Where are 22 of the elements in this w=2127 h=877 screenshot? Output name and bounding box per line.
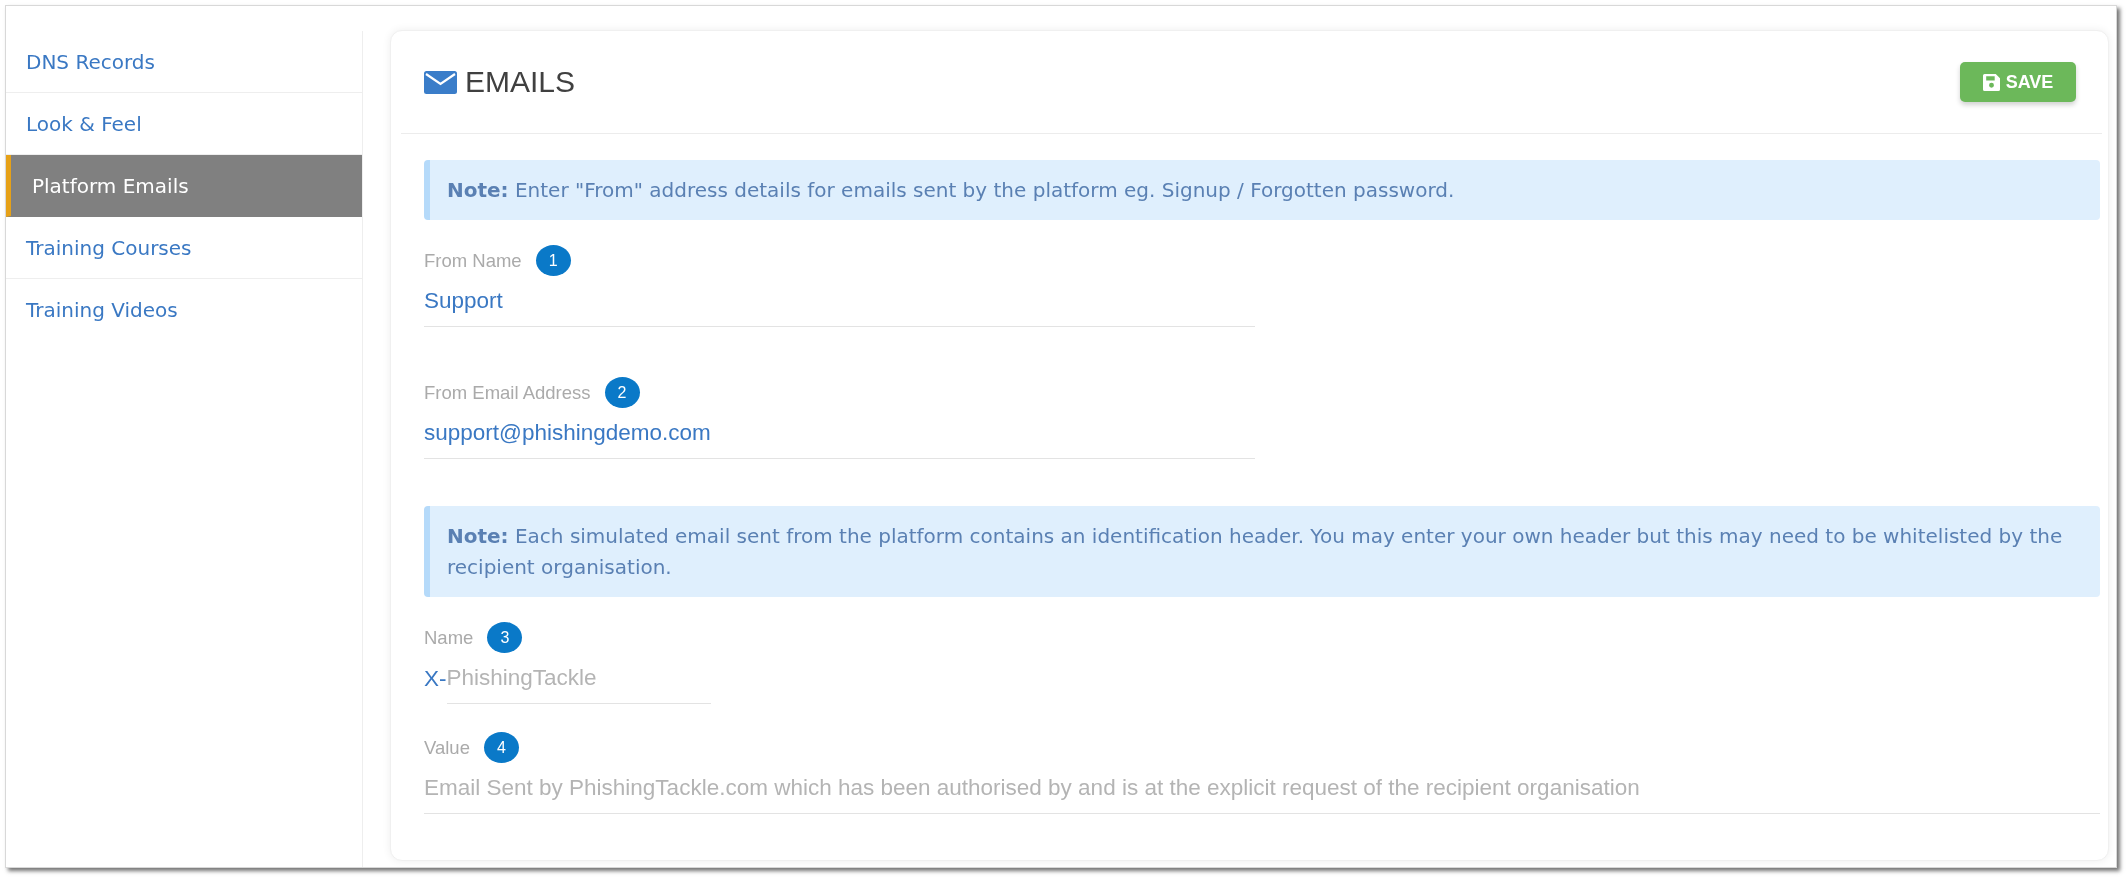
- input-field[interactable]: Email Sent by PhishingTackle.com which has been authorised by and is at the explicit request of the recipient organisation: [424, 763, 2100, 814]
- sidebar-item[interactable]: Training Videos: [6, 279, 362, 341]
- field-label: Name: [424, 625, 474, 650]
- envelope-icon: [424, 70, 457, 94]
- info-note: Note: Each simulated email sent from the platform contains an identification header. You may enter your own header but this may need to be whitelisted by the recipient organisation.: [424, 506, 2100, 597]
- step-number: 3: [487, 622, 523, 653]
- field-label: Value: [424, 735, 470, 760]
- input-field[interactable]: PhishingTackle: [446, 653, 711, 704]
- header-prefix: X-: [424, 664, 447, 693]
- input-field[interactable]: Support: [424, 276, 1255, 327]
- sidebar-item[interactable]: Platform Emails: [6, 155, 362, 217]
- step-number: 2: [604, 377, 640, 408]
- save-button[interactable]: SAVE: [1960, 62, 2076, 102]
- sidebar-item[interactable]: DNS Records: [6, 31, 362, 93]
- step-number: 1: [535, 245, 571, 276]
- field-label: From Email Address: [424, 380, 591, 405]
- field-label: From Name: [424, 248, 522, 273]
- step-number: 4: [483, 732, 519, 763]
- info-note: Note: Enter "From" address details for emails sent by the platform eg. Signup / Forgotten password.: [424, 160, 2100, 220]
- panel-title: EMAILS: [465, 67, 576, 97]
- sidebar-item[interactable]: Training Courses: [6, 217, 362, 279]
- input-field[interactable]: support@phishingdemo.com: [424, 408, 1255, 459]
